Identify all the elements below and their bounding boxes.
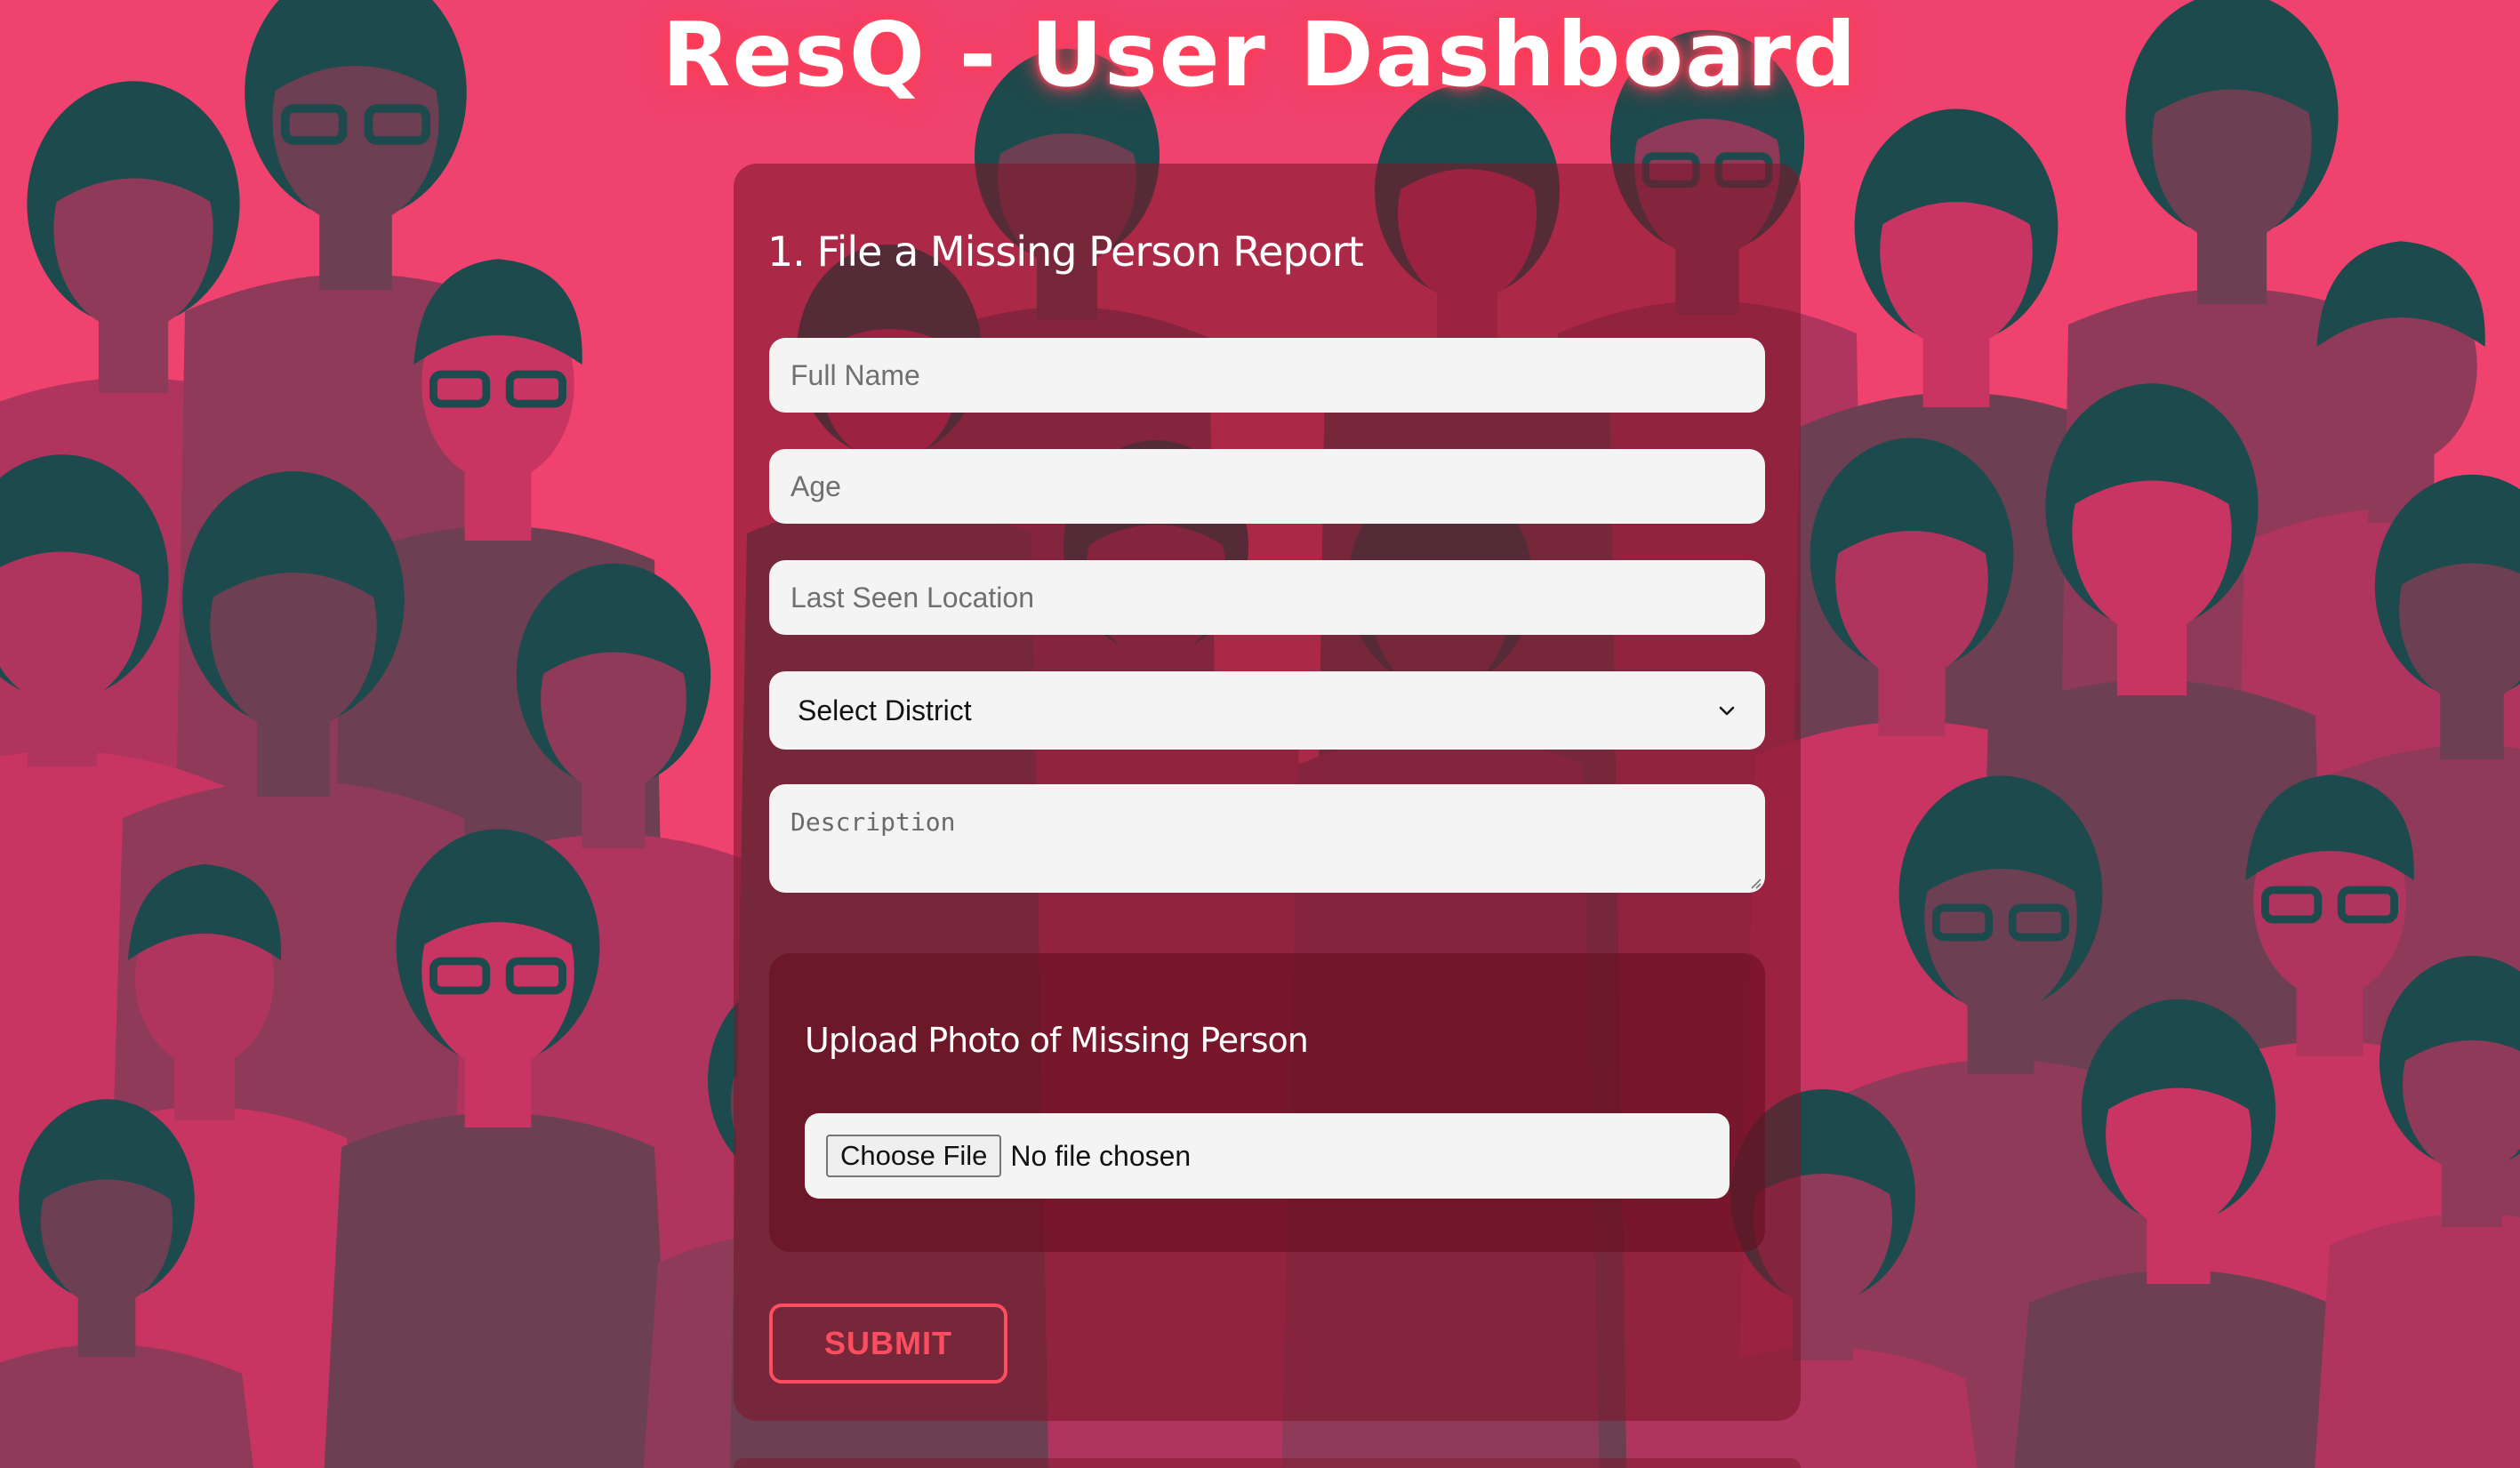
photo-file-input[interactable]: Choose File No file chosen (805, 1113, 1729, 1199)
photo-upload-section: Upload Photo of Missing Person Choose Fi… (769, 953, 1765, 1252)
submit-button[interactable]: SUBMIT (769, 1304, 1007, 1384)
description-textarea[interactable]: Description (769, 784, 1765, 893)
full-name-input[interactable]: Full Name (769, 338, 1765, 413)
last-seen-location-input[interactable]: Last Seen Location (769, 560, 1765, 635)
description-placeholder: Description (791, 807, 956, 837)
district-select[interactable]: Select District (769, 671, 1765, 750)
age-input[interactable]: Age (769, 449, 1765, 524)
report-form-heading: 1. File a Missing Person Report (767, 228, 1364, 276)
choose-file-button[interactable]: Choose File (826, 1135, 1002, 1177)
file-status-text: No file chosen (1010, 1139, 1192, 1172)
chevron-down-icon (1719, 706, 1735, 716)
district-select-value: Select District (798, 694, 972, 726)
resize-grip-icon[interactable] (1749, 877, 1762, 889)
next-card-edge (734, 1458, 1801, 1468)
page-title: ResQ - User Dashboard (662, 3, 1858, 107)
missing-person-report-card: 1. File a Missing Person Report Full Nam… (734, 164, 1801, 1421)
upload-photo-heading: Upload Photo of Missing Person (805, 1021, 1309, 1060)
